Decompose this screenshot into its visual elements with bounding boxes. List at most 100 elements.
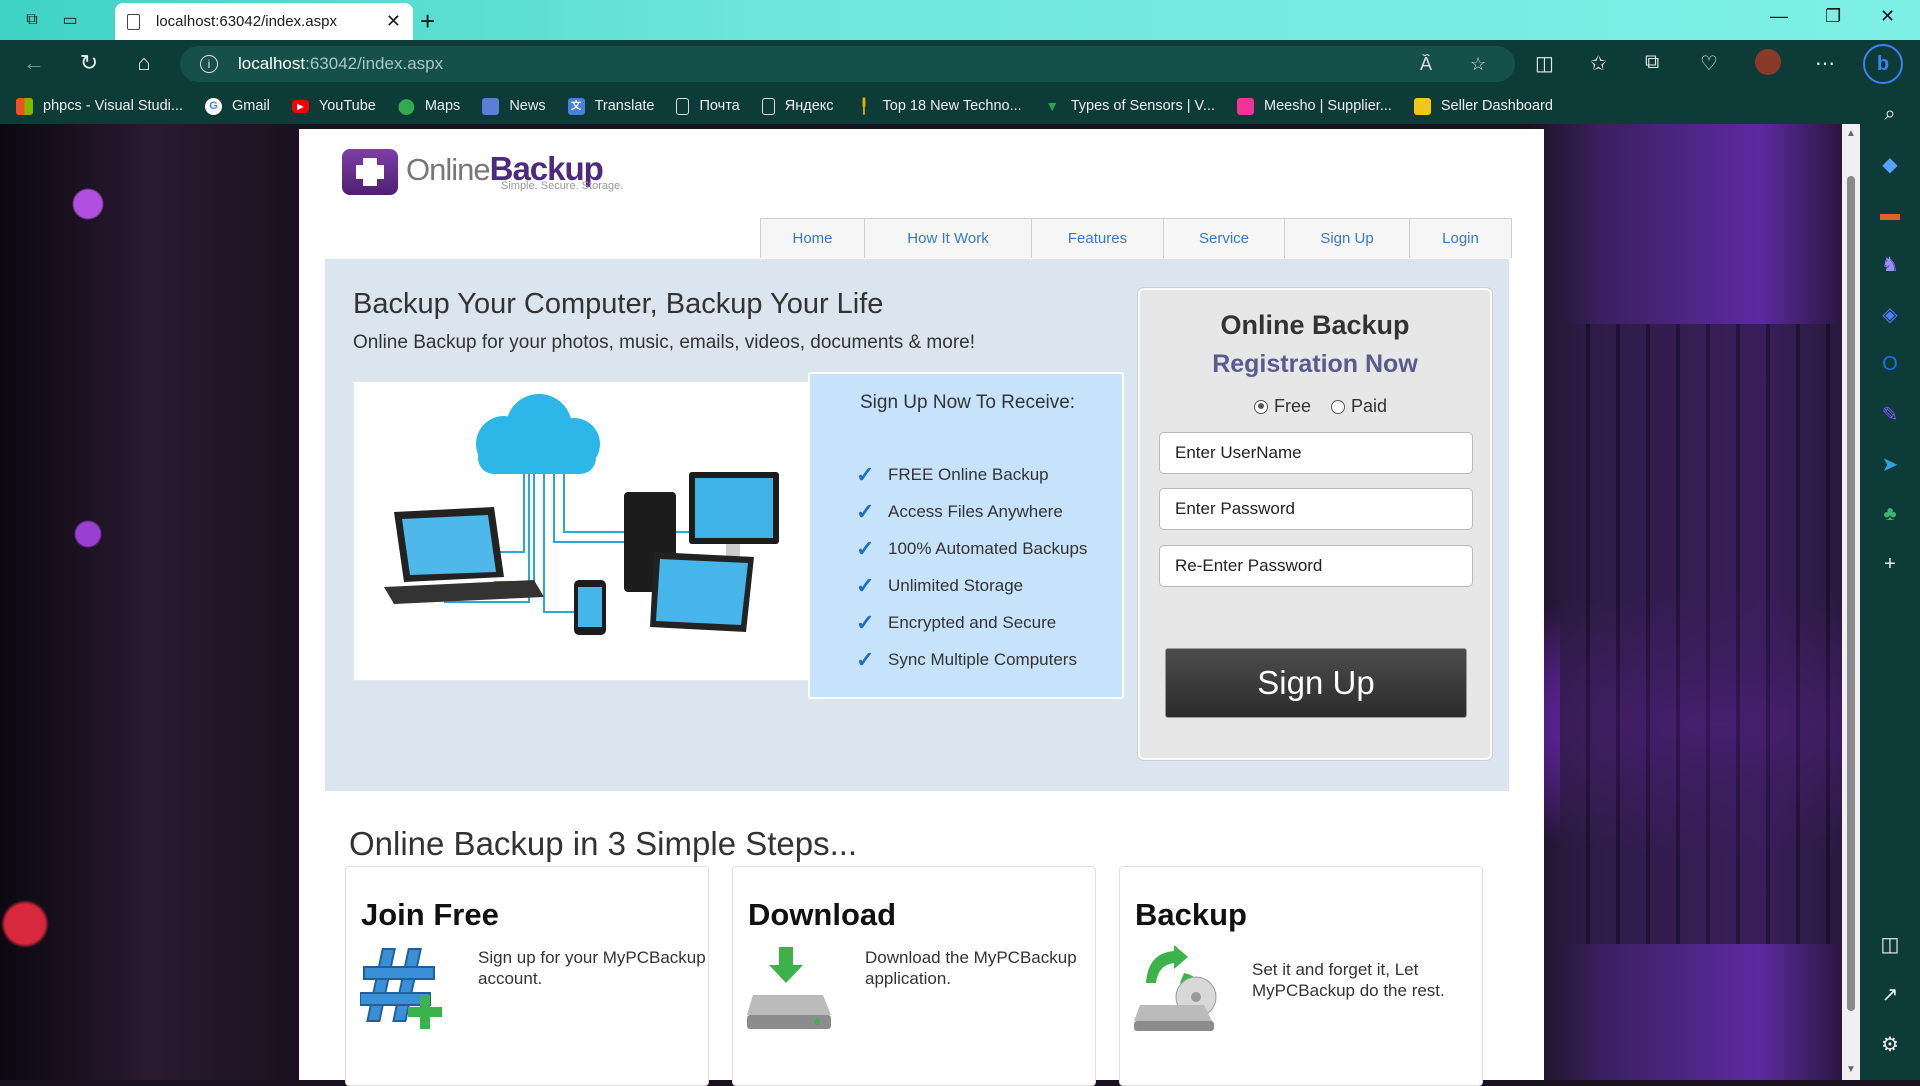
hero-section: Backup Your Computer, Backup Your Life O… <box>325 259 1509 791</box>
nav-login[interactable]: Login <box>1410 219 1511 258</box>
maps-icon: ⬤ <box>397 97 415 115</box>
sidebar-layout-icon[interactable]: ◫ <box>1876 930 1904 958</box>
page-icon <box>127 13 140 30</box>
plan-free-label[interactable]: Free <box>1274 396 1311 417</box>
close-tab-icon[interactable]: ✕ <box>386 11 401 32</box>
seller-icon <box>1413 97 1431 115</box>
bookmark-item[interactable]: News <box>482 97 546 115</box>
sensor-icon: ▼ <box>1045 97 1060 114</box>
main-nav: Home How It Work Features Service Sign U… <box>760 218 1512 258</box>
password-input[interactable] <box>1159 488 1473 530</box>
signup-button[interactable]: Sign Up <box>1165 648 1467 718</box>
search-icon[interactable]: ⌕ <box>1876 100 1904 128</box>
checkmark-icon: ✓ <box>856 646 875 672</box>
send-icon[interactable]: ➤ <box>1876 450 1904 478</box>
nav-service[interactable]: Service <box>1164 219 1285 258</box>
list-item: ✓ Access Files Anywhere <box>856 498 1063 524</box>
copilot-app-icon[interactable]: ◈ <box>1876 300 1904 328</box>
bookmark-item[interactable]: Яндекс <box>761 97 834 115</box>
back-button[interactable]: ← <box>20 50 48 76</box>
bookmarks-bar: phpcs - Visual Studi... G Gmail ▶ YouTube … <box>0 88 1920 124</box>
page-icon <box>676 97 690 115</box>
shopping-tag-icon[interactable]: ◆ <box>1876 150 1904 178</box>
checkmark-icon: ✓ <box>856 498 875 524</box>
news-icon <box>482 97 500 115</box>
nav-features[interactable]: Features <box>1032 219 1164 258</box>
minimize-button[interactable]: — <box>1770 6 1788 27</box>
settings-more-icon[interactable]: ⋯ <box>1815 51 1835 76</box>
server-racks-image <box>1560 324 1842 944</box>
checkmark-icon: ✓ <box>856 572 875 598</box>
windows-icon <box>16 97 33 115</box>
home-button[interactable]: ⌂ <box>130 50 158 76</box>
logo-plus-icon <box>342 149 398 195</box>
plan-paid-radio[interactable] <box>1331 399 1346 414</box>
page-scrollbar[interactable]: ▲ ▼ <box>1842 124 1860 1080</box>
register-title: Online Backup <box>1220 310 1410 340</box>
close-window-button[interactable]: ✕ <box>1880 6 1895 27</box>
bookmark-item[interactable]: ▶ YouTube <box>291 98 376 114</box>
new-tab-button[interactable]: + <box>420 6 435 37</box>
bookmark-item[interactable]: Meesho | Supplier... <box>1236 97 1392 115</box>
scrollbar-thumb[interactable] <box>1847 176 1855 1011</box>
list-item: ✓ Unlimited Storage <box>856 572 1024 598</box>
browser-tab-active[interactable]: localhost:63042/index.aspx ✕ <box>115 3 413 40</box>
tree-icon[interactable]: ♣ <box>1876 500 1904 528</box>
list-item: ✓ FREE Online Backup <box>856 461 1049 487</box>
workspaces-icon[interactable]: ⧉ <box>20 8 44 32</box>
browser-essentials-icon[interactable]: ♡ <box>1700 51 1718 76</box>
browser-title-bar: ⧉ ▭ localhost:63042/index.aspx ✕ + — ❐ ✕ <box>0 0 1920 40</box>
meesho-icon <box>1236 97 1254 115</box>
bookmark-item[interactable]: G Gmail <box>204 97 270 115</box>
list-item: ✓ Sync Multiple Computers <box>856 646 1077 672</box>
register-subtitle: Registration Now <box>1212 350 1418 378</box>
checkmark-icon: ✓ <box>856 461 875 487</box>
designer-icon[interactable]: ✎ <box>1876 400 1904 428</box>
scroll-up-icon[interactable]: ▲ <box>1846 128 1856 139</box>
bookmark-item[interactable]: Почта <box>676 97 740 115</box>
add-app-icon[interactable]: + <box>1876 550 1904 578</box>
registration-form: Online Backup Registration Now Free Paid… <box>1138 288 1492 760</box>
maximize-button[interactable]: ❐ <box>1825 6 1841 27</box>
bookmark-item[interactable]: Seller Dashboard <box>1413 97 1553 115</box>
profile-avatar[interactable] <box>1755 49 1781 75</box>
bookmark-item[interactable]: ▼ Types of Sensors | V... <box>1044 98 1215 115</box>
step-card-download: Download Download the MyPCBackup applica… <box>732 866 1096 1086</box>
nav-sign-up[interactable]: Sign Up <box>1285 219 1410 258</box>
hero-title: Backup Your Computer, Backup Your Life <box>353 288 884 320</box>
step-text: Set it and forget it, Let MyPCBackup do … <box>1252 960 1445 1000</box>
nav-home[interactable]: Home <box>761 219 865 258</box>
plan-paid-label[interactable]: Paid <box>1351 396 1387 417</box>
step-title: Join Free <box>361 897 499 932</box>
bookmark-item[interactable]: 文 Translate <box>567 97 654 115</box>
site-logo[interactable]: OnlineBackup Simple. Secure. Storage. <box>342 149 623 195</box>
username-input[interactable] <box>1159 432 1473 474</box>
benefits-list: ✓ FREE Online Backup ✓ Access Files Anywhe… <box>856 456 1087 678</box>
bookmark-item[interactable]: ╿ Top 18 New Techno... <box>856 98 1022 115</box>
favorite-star-icon[interactable]: ☆ <box>1470 54 1486 75</box>
tab-actions-icon[interactable]: ▭ <box>58 8 82 32</box>
download-drive-icon <box>747 947 831 1029</box>
scroll-down-icon[interactable]: ▼ <box>1846 1064 1856 1075</box>
outlook-icon[interactable]: O <box>1876 350 1904 378</box>
address-bar[interactable]: i localhost :63042/index.aspx A᷈ ☆ <box>180 46 1515 82</box>
collections-icon[interactable]: ⧉ <box>1645 51 1659 74</box>
plan-free-radio[interactable] <box>1254 399 1268 414</box>
repassword-input[interactable] <box>1159 545 1473 587</box>
copilot-icon[interactable]: b <box>1863 44 1903 84</box>
nav-how-it-work[interactable]: How It Work <box>865 219 1032 258</box>
google-icon: G <box>204 97 222 115</box>
hashtag-plus-icon <box>360 948 442 1029</box>
sidebar-settings-icon[interactable]: ⚙ <box>1876 1030 1904 1058</box>
split-screen-icon[interactable]: ◫ <box>1535 51 1554 76</box>
bookmark-item[interactable]: ⬤ Maps <box>398 98 460 115</box>
read-aloud-icon[interactable]: A᷈ <box>1420 54 1432 75</box>
bookmark-item[interactable]: phpcs - Visual Studi... <box>16 97 183 115</box>
url-path: :63042/index.aspx <box>305 54 444 73</box>
favorites-icon[interactable]: ✩ <box>1590 51 1607 76</box>
refresh-button[interactable]: ↻ <box>75 50 103 76</box>
tools-icon[interactable]: ▬ <box>1876 200 1904 228</box>
games-icon[interactable]: ♞ <box>1876 250 1904 278</box>
site-info-icon[interactable]: i <box>200 55 218 73</box>
open-external-icon[interactable]: ↗ <box>1876 980 1904 1008</box>
